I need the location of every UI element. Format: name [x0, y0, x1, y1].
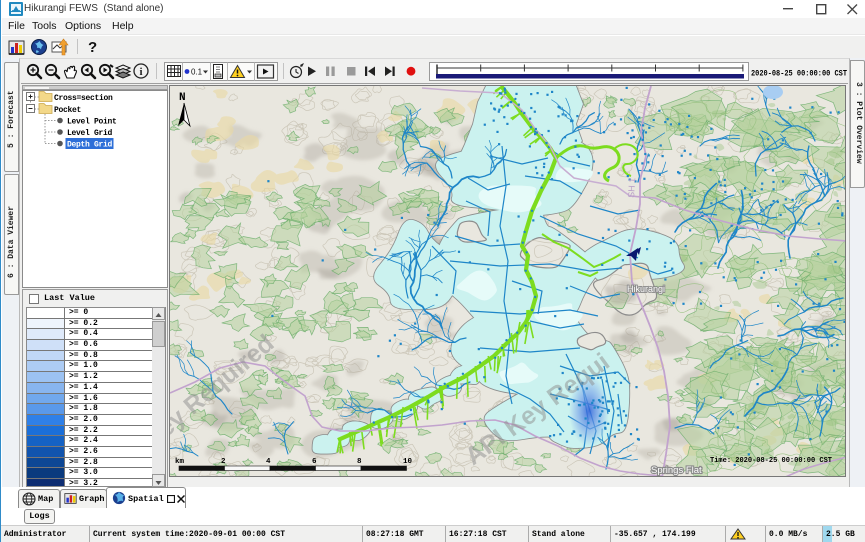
svg-text:Time: 2020-08-25 00:00:00 CST: Time: 2020-08-25 00:00:00 CST: [710, 457, 833, 465]
svg-text:Cross=section: Cross=section: [54, 94, 113, 103]
svg-text:N: N: [179, 92, 186, 104]
svg-text:?: ?: [88, 39, 97, 56]
svg-text:i: i: [139, 66, 142, 78]
svg-text:Depth Grid: Depth Grid: [67, 141, 113, 150]
svg-text:2020-08-25 00:00:00 CST: 2020-08-25 00:00:00 CST: [751, 69, 847, 79]
svg-text:Pocket: Pocket: [54, 106, 82, 115]
svg-text:Level Point: Level Point: [67, 118, 117, 127]
svg-text:Hikurangi: Hikurangi: [627, 284, 665, 294]
svg-text:0.1: 0.1: [191, 68, 203, 77]
svg-text:SH 1: SH 1: [626, 177, 637, 198]
svg-text:Springs Flat: Springs Flat: [651, 465, 702, 476]
svg-text:4: 4: [266, 458, 271, 466]
svg-text:10: 10: [403, 458, 413, 466]
svg-text:Level Grid: Level Grid: [67, 129, 113, 138]
svg-text:km: km: [175, 458, 185, 466]
svg-text:8: 8: [357, 458, 362, 466]
svg-text:2: 2: [221, 458, 226, 466]
svg-text:6: 6: [312, 458, 317, 466]
